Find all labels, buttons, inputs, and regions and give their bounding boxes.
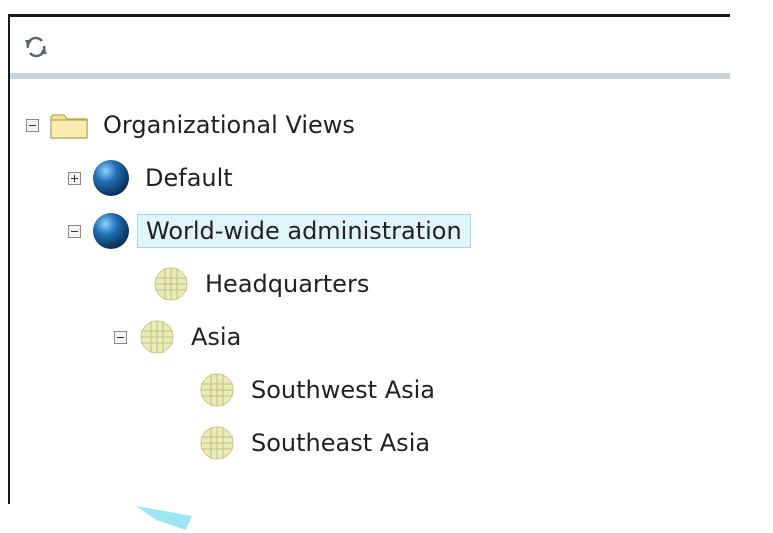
site-grid-icon — [197, 370, 237, 410]
tree-node-southeast-asia[interactable]: Southeast Asia — [172, 421, 438, 465]
tree-node-label: Asia — [191, 323, 242, 351]
tree-view-panel: Organizational Views Default World-wide … — [8, 14, 730, 504]
collapse-toggle[interactable] — [26, 118, 39, 132]
tree-node-southwest-asia[interactable]: Southwest Asia — [172, 368, 443, 412]
tree-node-asia[interactable]: Asia — [114, 315, 249, 359]
site-grid-icon — [197, 423, 237, 463]
expand-toggle[interactable] — [68, 171, 81, 185]
decorative-cyan-mark — [136, 506, 192, 530]
collapse-toggle[interactable] — [68, 224, 81, 238]
tree-node-organizational-views[interactable]: Organizational Views — [26, 103, 363, 147]
tree-node-label: Southeast Asia — [251, 429, 431, 457]
refresh-button[interactable] — [20, 31, 52, 63]
tree-node-label: Organizational Views — [103, 111, 355, 139]
refresh-icon — [25, 36, 47, 58]
tree-node-world-wide-administration[interactable]: World-wide administration — [68, 209, 471, 253]
collapse-toggle[interactable] — [114, 330, 127, 344]
folder-icon — [49, 109, 89, 141]
globe-icon — [91, 211, 131, 251]
tree-node-label: Default — [145, 164, 233, 192]
tree-node-default[interactable]: Default — [68, 156, 241, 200]
tree-node-label: Southwest Asia — [251, 376, 435, 404]
site-grid-icon — [151, 264, 191, 304]
toolbar — [10, 17, 730, 73]
tree-node-label: Headquarters — [205, 270, 370, 298]
site-grid-icon — [137, 317, 177, 357]
tree-node-label-selected: World-wide administration — [137, 214, 471, 248]
tree: Organizational Views Default World-wide … — [10, 79, 730, 504]
tree-node-headquarters[interactable]: Headquarters — [126, 262, 377, 306]
globe-icon — [91, 158, 131, 198]
